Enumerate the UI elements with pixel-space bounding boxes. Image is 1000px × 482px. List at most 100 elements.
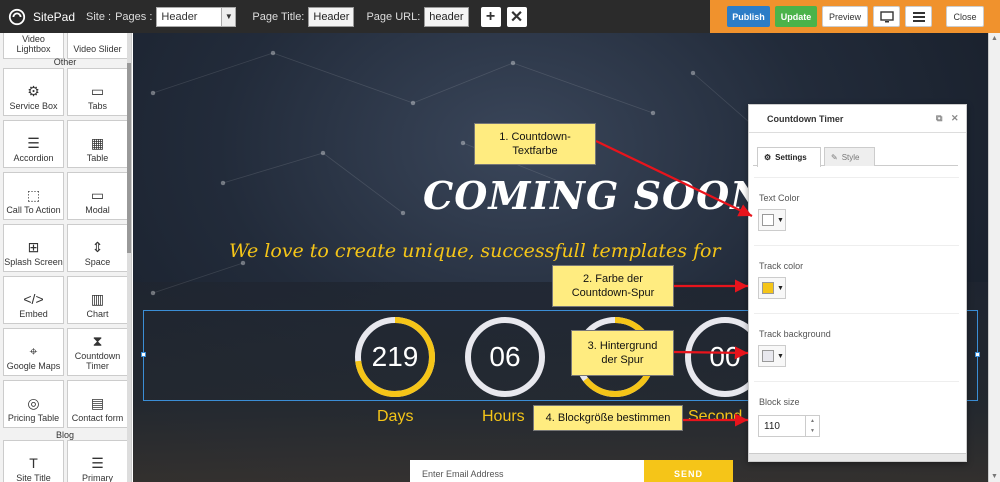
color-chip [762, 214, 774, 226]
divider [754, 245, 959, 246]
brush-icon: ✎ [831, 152, 838, 162]
tab-style[interactable]: ✎ Style [824, 147, 875, 166]
widget-pricing-table[interactable]: ◎ Pricing Table [3, 380, 64, 428]
widget-label: Table [86, 153, 109, 163]
countdown-label: Hours [482, 408, 525, 425]
widget-icon: ▥ [90, 291, 105, 307]
scroll-down-icon[interactable]: ▼ [991, 473, 998, 480]
track-background-picker[interactable]: ▼ [758, 345, 786, 367]
widget-icon: ⌖ [29, 343, 38, 359]
countdown-label: Days [377, 408, 414, 425]
countdown-value: 06 [489, 341, 521, 372]
note-text: 1. Countdown- Textfarbe [499, 131, 571, 157]
block-size-value: 110 [764, 420, 780, 432]
stepper[interactable]: ▲ ▼ [805, 416, 819, 436]
block-size-label: Block size [759, 397, 800, 407]
widget-table[interactable]: ▦ Table [67, 120, 128, 168]
send-button[interactable]: SEND [644, 460, 733, 482]
gear-icon: ⚙ [764, 153, 772, 162]
widget-accordion[interactable]: ☰ Accordion [3, 120, 64, 168]
panel-tabs: ⚙ Settings ✎ Style [753, 147, 958, 167]
widget-icon: ⊞ [27, 239, 40, 255]
add-page-button[interactable]: + [480, 6, 501, 27]
canvas-scrollbar[interactable]: ▲ ▼ [988, 33, 1000, 482]
annotation-note-4: 4. Blockgröße bestimmen [533, 405, 683, 431]
chevron-down-icon: ▼ [777, 216, 784, 224]
pages-select[interactable]: Header ▼ [156, 6, 237, 27]
widget-video-slider[interactable]: Video Slider [67, 33, 128, 59]
section-title-other: Other [53, 57, 77, 67]
widget-modal[interactable]: ▭ Modal [67, 172, 128, 220]
chevron-down-icon[interactable]: ▼ [810, 428, 815, 434]
color-chip [762, 350, 774, 362]
widget-service-box[interactable]: ⚙ Service Box [3, 68, 64, 116]
chevron-down-icon: ▼ [777, 284, 784, 292]
email-field[interactable]: Enter Email Address [410, 460, 644, 482]
update-button[interactable]: Update [775, 6, 817, 27]
widget-label: Service Box [9, 101, 58, 111]
preview-button[interactable]: Preview [822, 6, 868, 27]
chevron-up-icon[interactable]: ▲ [810, 418, 815, 424]
color-chip [762, 282, 774, 294]
widget-chart[interactable]: ▥ Chart [67, 276, 128, 324]
widget-embed[interactable]: </> Embed [3, 276, 64, 324]
page-title-label: Page Title: [252, 10, 305, 23]
panel-header: Countdown Timer ⧉ ✕ [749, 105, 966, 133]
section-title-blog: Blog [55, 430, 74, 440]
close-button[interactable]: Close [946, 6, 984, 27]
block-size-input[interactable]: 110 ▲ ▼ [758, 415, 820, 437]
widget-label: Chart [86, 309, 109, 319]
widget-icon: ▤ [90, 395, 105, 411]
countdown-circle-days: 219 [354, 316, 436, 398]
widget-call-to-action[interactable]: ⬚ Call To Action [3, 172, 64, 220]
publish-button[interactable]: Publish [727, 6, 770, 27]
widget-icon: ▦ [90, 135, 105, 151]
heading-coming-soon[interactable]: COMING SOON [423, 173, 766, 218]
subtitle-text[interactable]: We love to create unique, successfull te… [229, 240, 721, 262]
widget-icon: ▭ [90, 187, 105, 203]
widget-label: Primary [82, 473, 113, 482]
scroll-up-icon[interactable]: ▲ [991, 35, 998, 42]
track-color-picker[interactable]: ▼ [758, 277, 786, 299]
resize-handle-left[interactable] [141, 352, 146, 357]
title-icon: T [29, 455, 38, 471]
countdown-timer-panel: Countdown Timer ⧉ ✕ ⚙ Settings ✎ Style T… [748, 104, 967, 462]
plus-icon: + [485, 7, 496, 25]
text-color-picker[interactable]: ▼ [758, 209, 786, 231]
page-title-input[interactable]: Header [308, 6, 355, 27]
widget-sidebar: Video Lightbox Video Slider Other ⚙ Servi… [0, 33, 132, 482]
widget-video-lightbox[interactable]: Video Lightbox [3, 33, 64, 59]
widget-icon: ⇕ [91, 239, 104, 255]
widget-space[interactable]: ⇕ Space [67, 224, 128, 272]
delete-page-button[interactable]: ✕ [506, 6, 527, 27]
popout-icon[interactable]: ⧉ [936, 113, 942, 124]
widget-countdown-timer[interactable]: ⧗ Countdown Timer [67, 328, 128, 376]
widget-site-title[interactable]: T Site Title [3, 440, 64, 482]
desktop-view-button[interactable] [873, 6, 900, 27]
menu-button[interactable] [905, 6, 932, 27]
tab-settings[interactable]: ⚙ Settings [757, 147, 821, 167]
sidebar-scrollbar[interactable] [127, 33, 131, 482]
widget-primary[interactable]: ☰ Primary [67, 440, 128, 482]
widget-icon: ◎ [27, 395, 40, 411]
widget-splash-screen[interactable]: ⊞ Splash Screen [3, 224, 64, 272]
pages-select-value: Header [161, 10, 198, 23]
widget-label: Video Lightbox [16, 34, 51, 54]
resize-handle-right[interactable] [975, 352, 980, 357]
countdown-label: Second [688, 408, 743, 425]
note-text: 2. Farbe der Countdown-Spur [571, 273, 655, 299]
widget-label: Video Slider [73, 44, 122, 54]
widget-label: Countdown Timer [74, 351, 121, 371]
widget-icon: ☰ [27, 135, 40, 151]
scrollbar-thumb[interactable] [127, 63, 131, 253]
widget-google-maps[interactable]: ⌖ Google Maps [3, 328, 64, 376]
widget-tabs[interactable]: ▭ Tabs [67, 68, 128, 116]
page-url-input[interactable]: header [424, 6, 469, 27]
sitepad-logo-icon [8, 8, 26, 25]
widget-label: Site Title [16, 473, 51, 482]
widget-contact-form[interactable]: ▤ Contact form [67, 380, 128, 428]
tab-settings-label: Settings [775, 153, 807, 162]
panel-title: Countdown Timer [767, 113, 844, 124]
widget-label: Contact form [71, 413, 124, 423]
close-icon[interactable]: ✕ [951, 113, 959, 124]
